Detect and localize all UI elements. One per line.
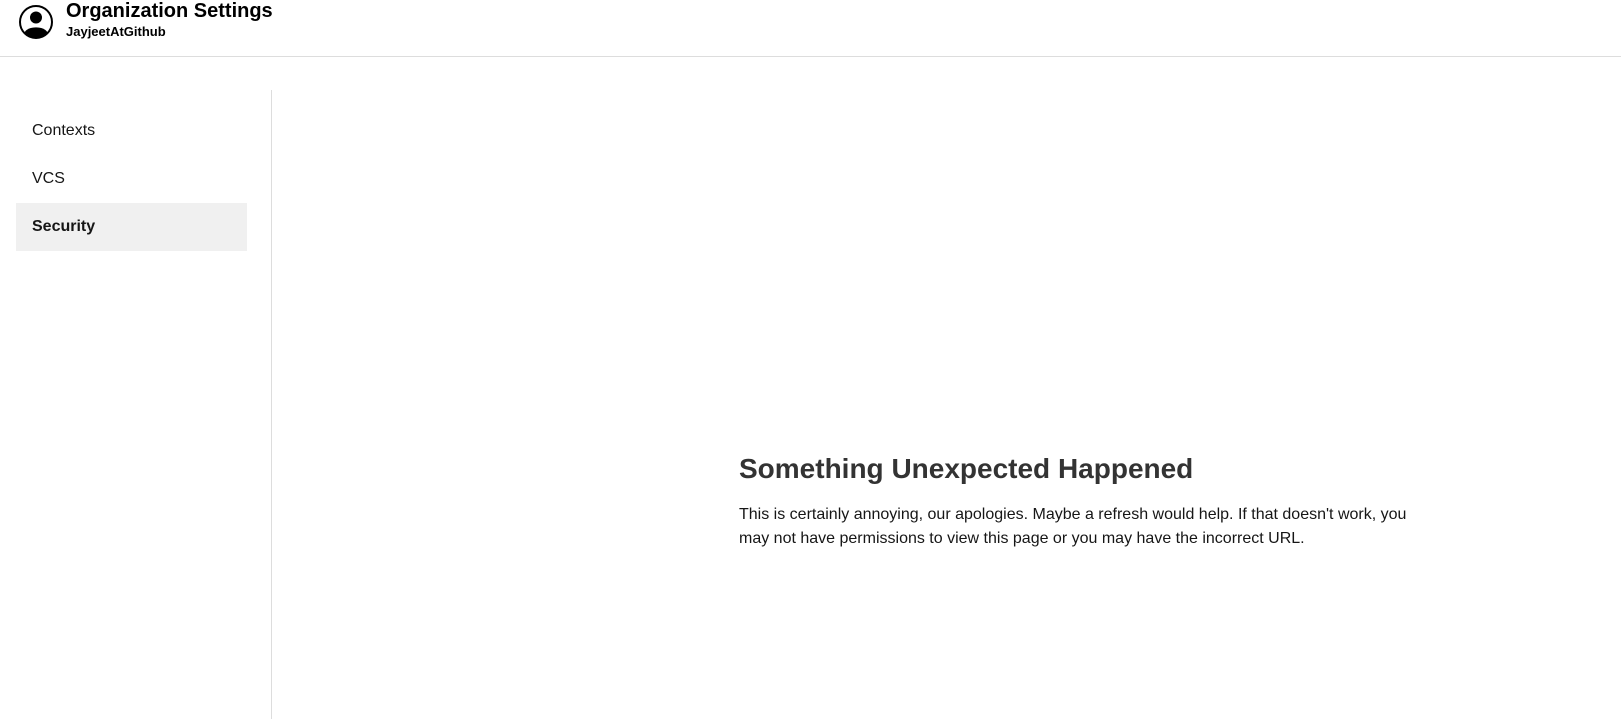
error-message: This is certainly annoying, our apologie… (739, 506, 1407, 547)
error-title: Something Unexpected Happened (739, 453, 1194, 484)
sidebar-divider (271, 90, 272, 719)
sidebar-item-contexts[interactable]: Contexts (16, 107, 247, 155)
page-title: Organization Settings (66, 0, 273, 22)
organization-name: JayjeetAtGithub (66, 24, 166, 39)
sidebar-item-vcs[interactable]: VCS (16, 155, 247, 203)
error-panel: Something Unexpected Happened This is ce… (739, 449, 1419, 551)
settings-sidebar: Contexts VCS Security (16, 107, 247, 251)
user-circle-icon[interactable] (18, 4, 54, 40)
page-header: Organization Settings JayjeetAtGithub (0, 0, 1621, 57)
sidebar-item-security[interactable]: Security (16, 203, 247, 251)
